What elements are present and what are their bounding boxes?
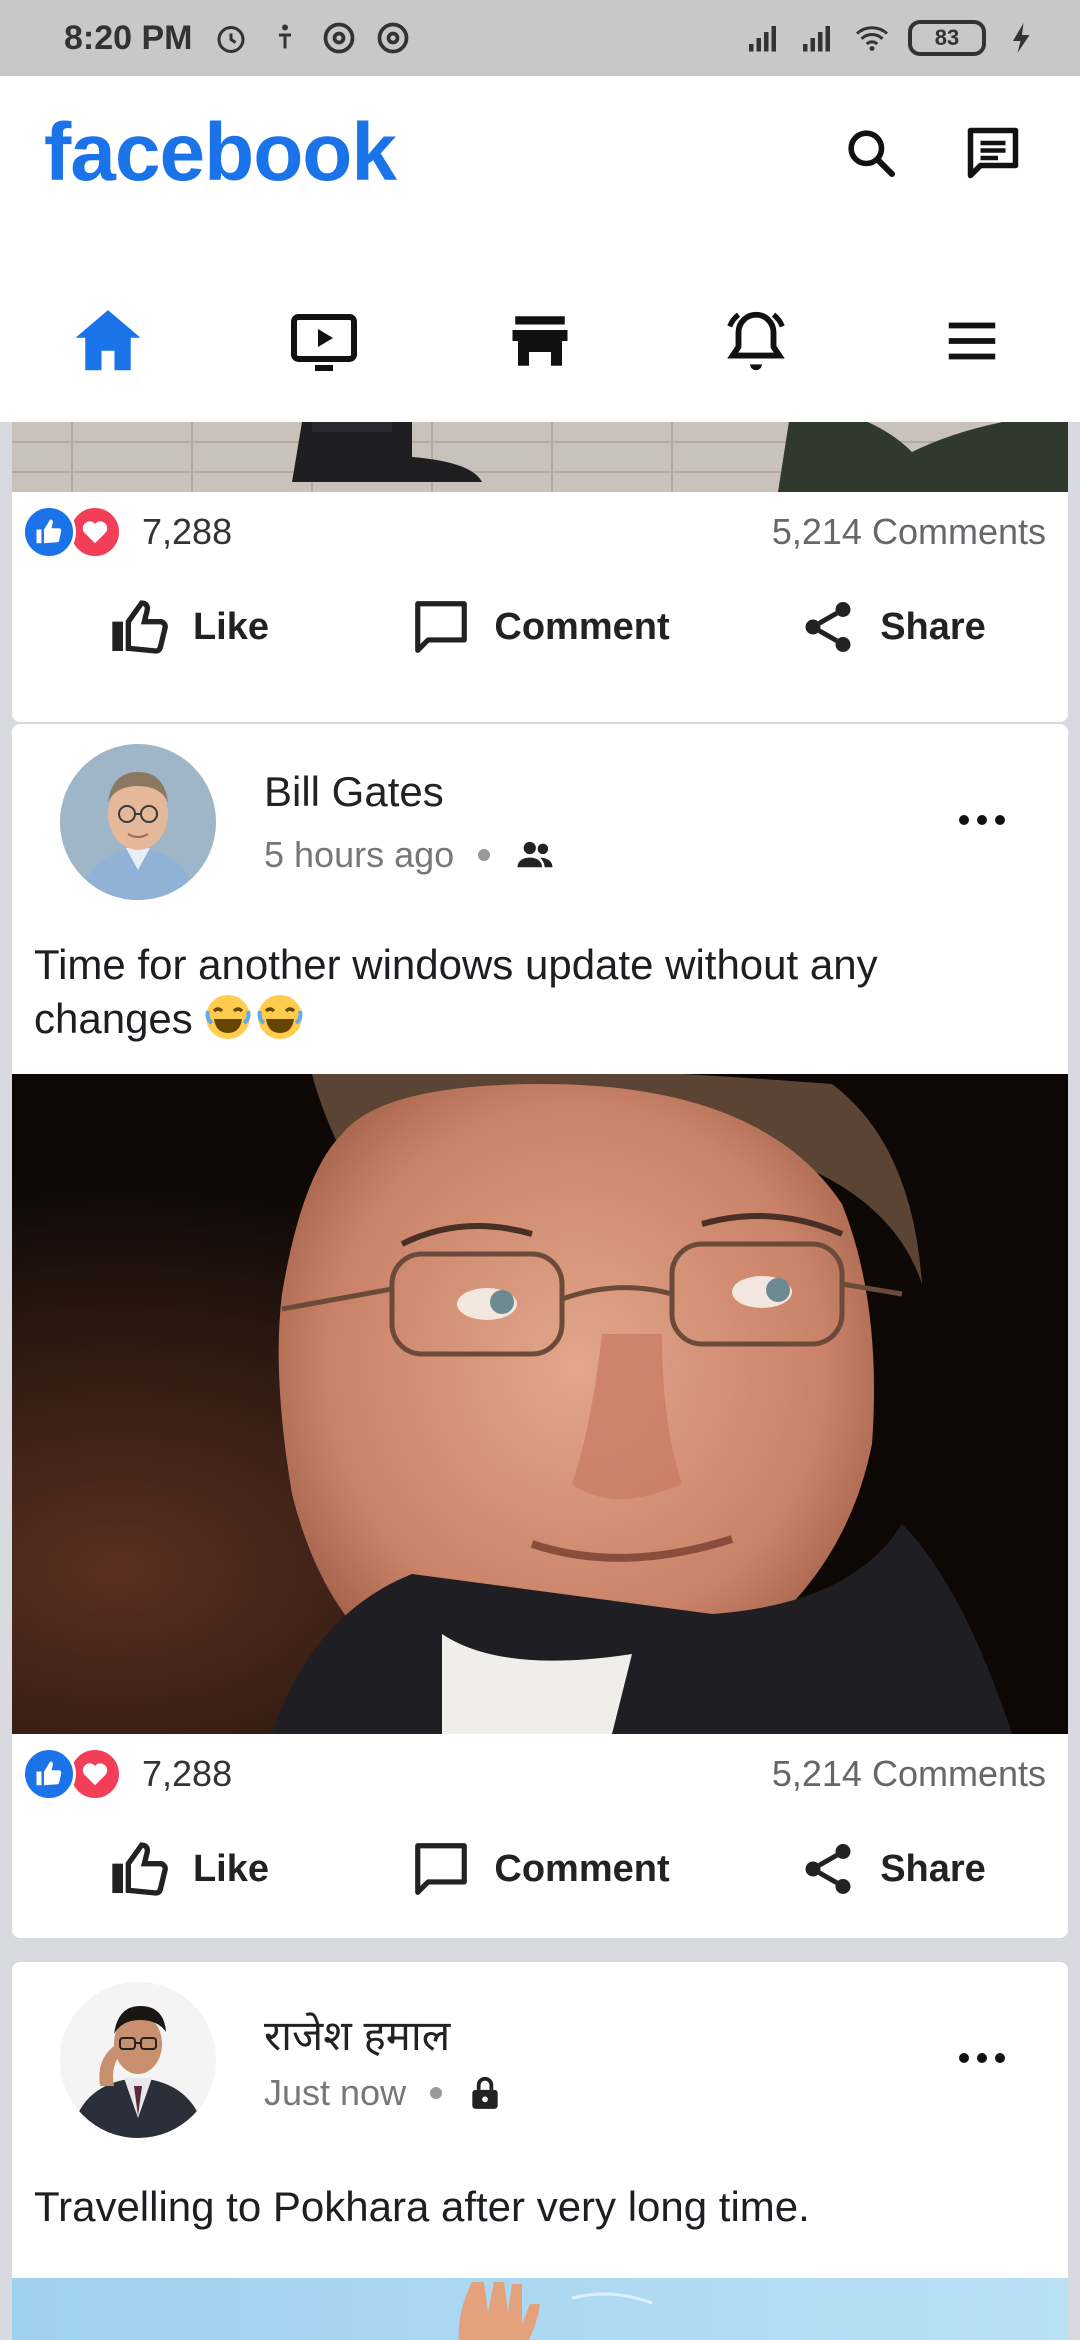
reaction-count: 7,288 bbox=[142, 1753, 233, 1794]
charging-icon bbox=[1013, 23, 1030, 53]
status-bar: 8:20 PM 83 bbox=[0, 0, 1080, 76]
lock-icon bbox=[472, 2076, 498, 2109]
post-text-content: Time for another windows update without … bbox=[34, 941, 878, 1042]
message-icon bbox=[967, 127, 1019, 179]
comment-label: Comment bbox=[494, 605, 670, 648]
author-name[interactable]: राजेश हमाल bbox=[264, 2006, 450, 2063]
news-feed[interactable]: 7,288 5,214 Comments Like Comment Share bbox=[0, 422, 1080, 2340]
post-text: Travelling to Pokhara after very long ti… bbox=[34, 2180, 1034, 2234]
menu-icon bbox=[948, 322, 996, 360]
share-label: Share bbox=[880, 1847, 986, 1890]
comment-icon bbox=[415, 1843, 468, 1895]
comment-count[interactable]: 5,214 Comments bbox=[772, 1753, 1046, 1795]
post-card: 7,288 5,214 Comments Like Comment Share bbox=[12, 422, 1068, 722]
search-button[interactable] bbox=[836, 118, 906, 188]
post-time[interactable]: 5 hours ago bbox=[264, 834, 454, 876]
like-reaction-icon bbox=[22, 1747, 76, 1801]
post-image[interactable] bbox=[12, 422, 1068, 492]
at-sign-icon bbox=[323, 22, 354, 54]
post-actions: Like Comment Share bbox=[12, 572, 1068, 682]
reaction-summary[interactable]: 7,288 5,214 Comments bbox=[12, 492, 1068, 572]
post-header: राजेश हमाल Just now bbox=[12, 1962, 1068, 2162]
more-options-button[interactable] bbox=[952, 800, 1012, 840]
notifications-icon bbox=[727, 311, 785, 371]
home-icon bbox=[75, 310, 141, 371]
avatar[interactable] bbox=[60, 1982, 216, 2138]
separator-dot bbox=[430, 2087, 443, 2099]
portrait-photo bbox=[12, 1074, 1068, 1734]
more-options-button[interactable] bbox=[952, 2038, 1012, 2078]
more-icon bbox=[959, 2053, 1005, 2063]
thumbs-up-icon bbox=[112, 600, 168, 654]
post-image[interactable] bbox=[12, 1074, 1068, 1734]
search-icon bbox=[848, 130, 896, 178]
post-card: राजेश हमाल Just now Travelling to Pokhar… bbox=[12, 1962, 1068, 2340]
like-button[interactable]: Like bbox=[12, 595, 364, 659]
tab-notifications[interactable] bbox=[648, 276, 864, 406]
signal-icon bbox=[749, 26, 776, 52]
share-label: Share bbox=[880, 605, 986, 648]
marketplace-icon bbox=[512, 316, 568, 366]
post-text-content: Travelling to Pokhara after very long ti… bbox=[34, 2183, 810, 2230]
love-reaction-icon bbox=[68, 1747, 122, 1801]
wifi-icon bbox=[856, 26, 888, 51]
share-icon bbox=[805, 602, 851, 652]
comment-count[interactable]: 5,214 Comments bbox=[772, 511, 1046, 553]
comment-label: Comment bbox=[494, 1847, 670, 1890]
love-reaction-icon bbox=[68, 505, 122, 559]
like-button[interactable]: Like bbox=[12, 1837, 364, 1901]
status-time: 8:20 PM bbox=[64, 18, 193, 57]
main-nav bbox=[0, 276, 1080, 406]
like-label: Like bbox=[192, 1847, 270, 1890]
comment-button[interactable]: Comment bbox=[364, 596, 716, 658]
author-name[interactable]: Bill Gates bbox=[264, 768, 444, 816]
comment-button[interactable]: Comment bbox=[364, 1838, 716, 1900]
tab-marketplace[interactable] bbox=[432, 276, 648, 406]
facebook-logo: facebook bbox=[44, 107, 397, 198]
travel-photo bbox=[12, 2278, 1068, 2340]
post-time[interactable]: Just now bbox=[264, 2072, 406, 2114]
thumbs-up-icon bbox=[112, 1842, 168, 1896]
reaction-summary[interactable]: 7,288 5,214 Comments bbox=[12, 1734, 1068, 1814]
reaction-count: 7,288 bbox=[142, 511, 233, 552]
comment-icon bbox=[415, 601, 468, 653]
battery-icon: 83 bbox=[908, 20, 986, 56]
app-header: facebook bbox=[0, 76, 1080, 422]
more-icon bbox=[959, 815, 1005, 825]
post-text: Time for another windows update without … bbox=[34, 938, 1034, 1046]
separator-dot bbox=[478, 849, 491, 861]
laughing-emoji-icon bbox=[205, 995, 251, 1039]
tab-home[interactable] bbox=[0, 276, 216, 406]
alarm-icon bbox=[217, 26, 244, 53]
post-meta: 5 hours ago bbox=[264, 834, 556, 876]
pavement-photo bbox=[12, 422, 1068, 492]
signal-icon bbox=[803, 26, 830, 52]
share-button[interactable]: Share bbox=[716, 597, 1068, 657]
post-card: Bill Gates 5 hours ago Time for another … bbox=[12, 724, 1068, 1938]
post-image[interactable] bbox=[12, 2278, 1068, 2340]
post-meta: Just now bbox=[264, 2072, 504, 2114]
like-reaction-icon bbox=[22, 505, 76, 559]
avatar[interactable] bbox=[60, 744, 216, 900]
tab-menu[interactable] bbox=[864, 276, 1080, 406]
watch-icon bbox=[291, 314, 357, 371]
tab-watch[interactable] bbox=[216, 276, 432, 406]
at-sign-icon bbox=[377, 22, 408, 54]
post-actions: Like Comment Share bbox=[12, 1814, 1068, 1924]
post-header: Bill Gates 5 hours ago bbox=[12, 724, 1068, 924]
messenger-button[interactable] bbox=[958, 118, 1028, 188]
share-button[interactable]: Share bbox=[716, 1839, 1068, 1899]
share-icon bbox=[805, 1844, 851, 1894]
like-label: Like bbox=[192, 605, 270, 648]
friends-icon bbox=[517, 841, 553, 868]
laughing-emoji-icon bbox=[257, 995, 303, 1039]
accessibility-icon bbox=[278, 24, 291, 49]
